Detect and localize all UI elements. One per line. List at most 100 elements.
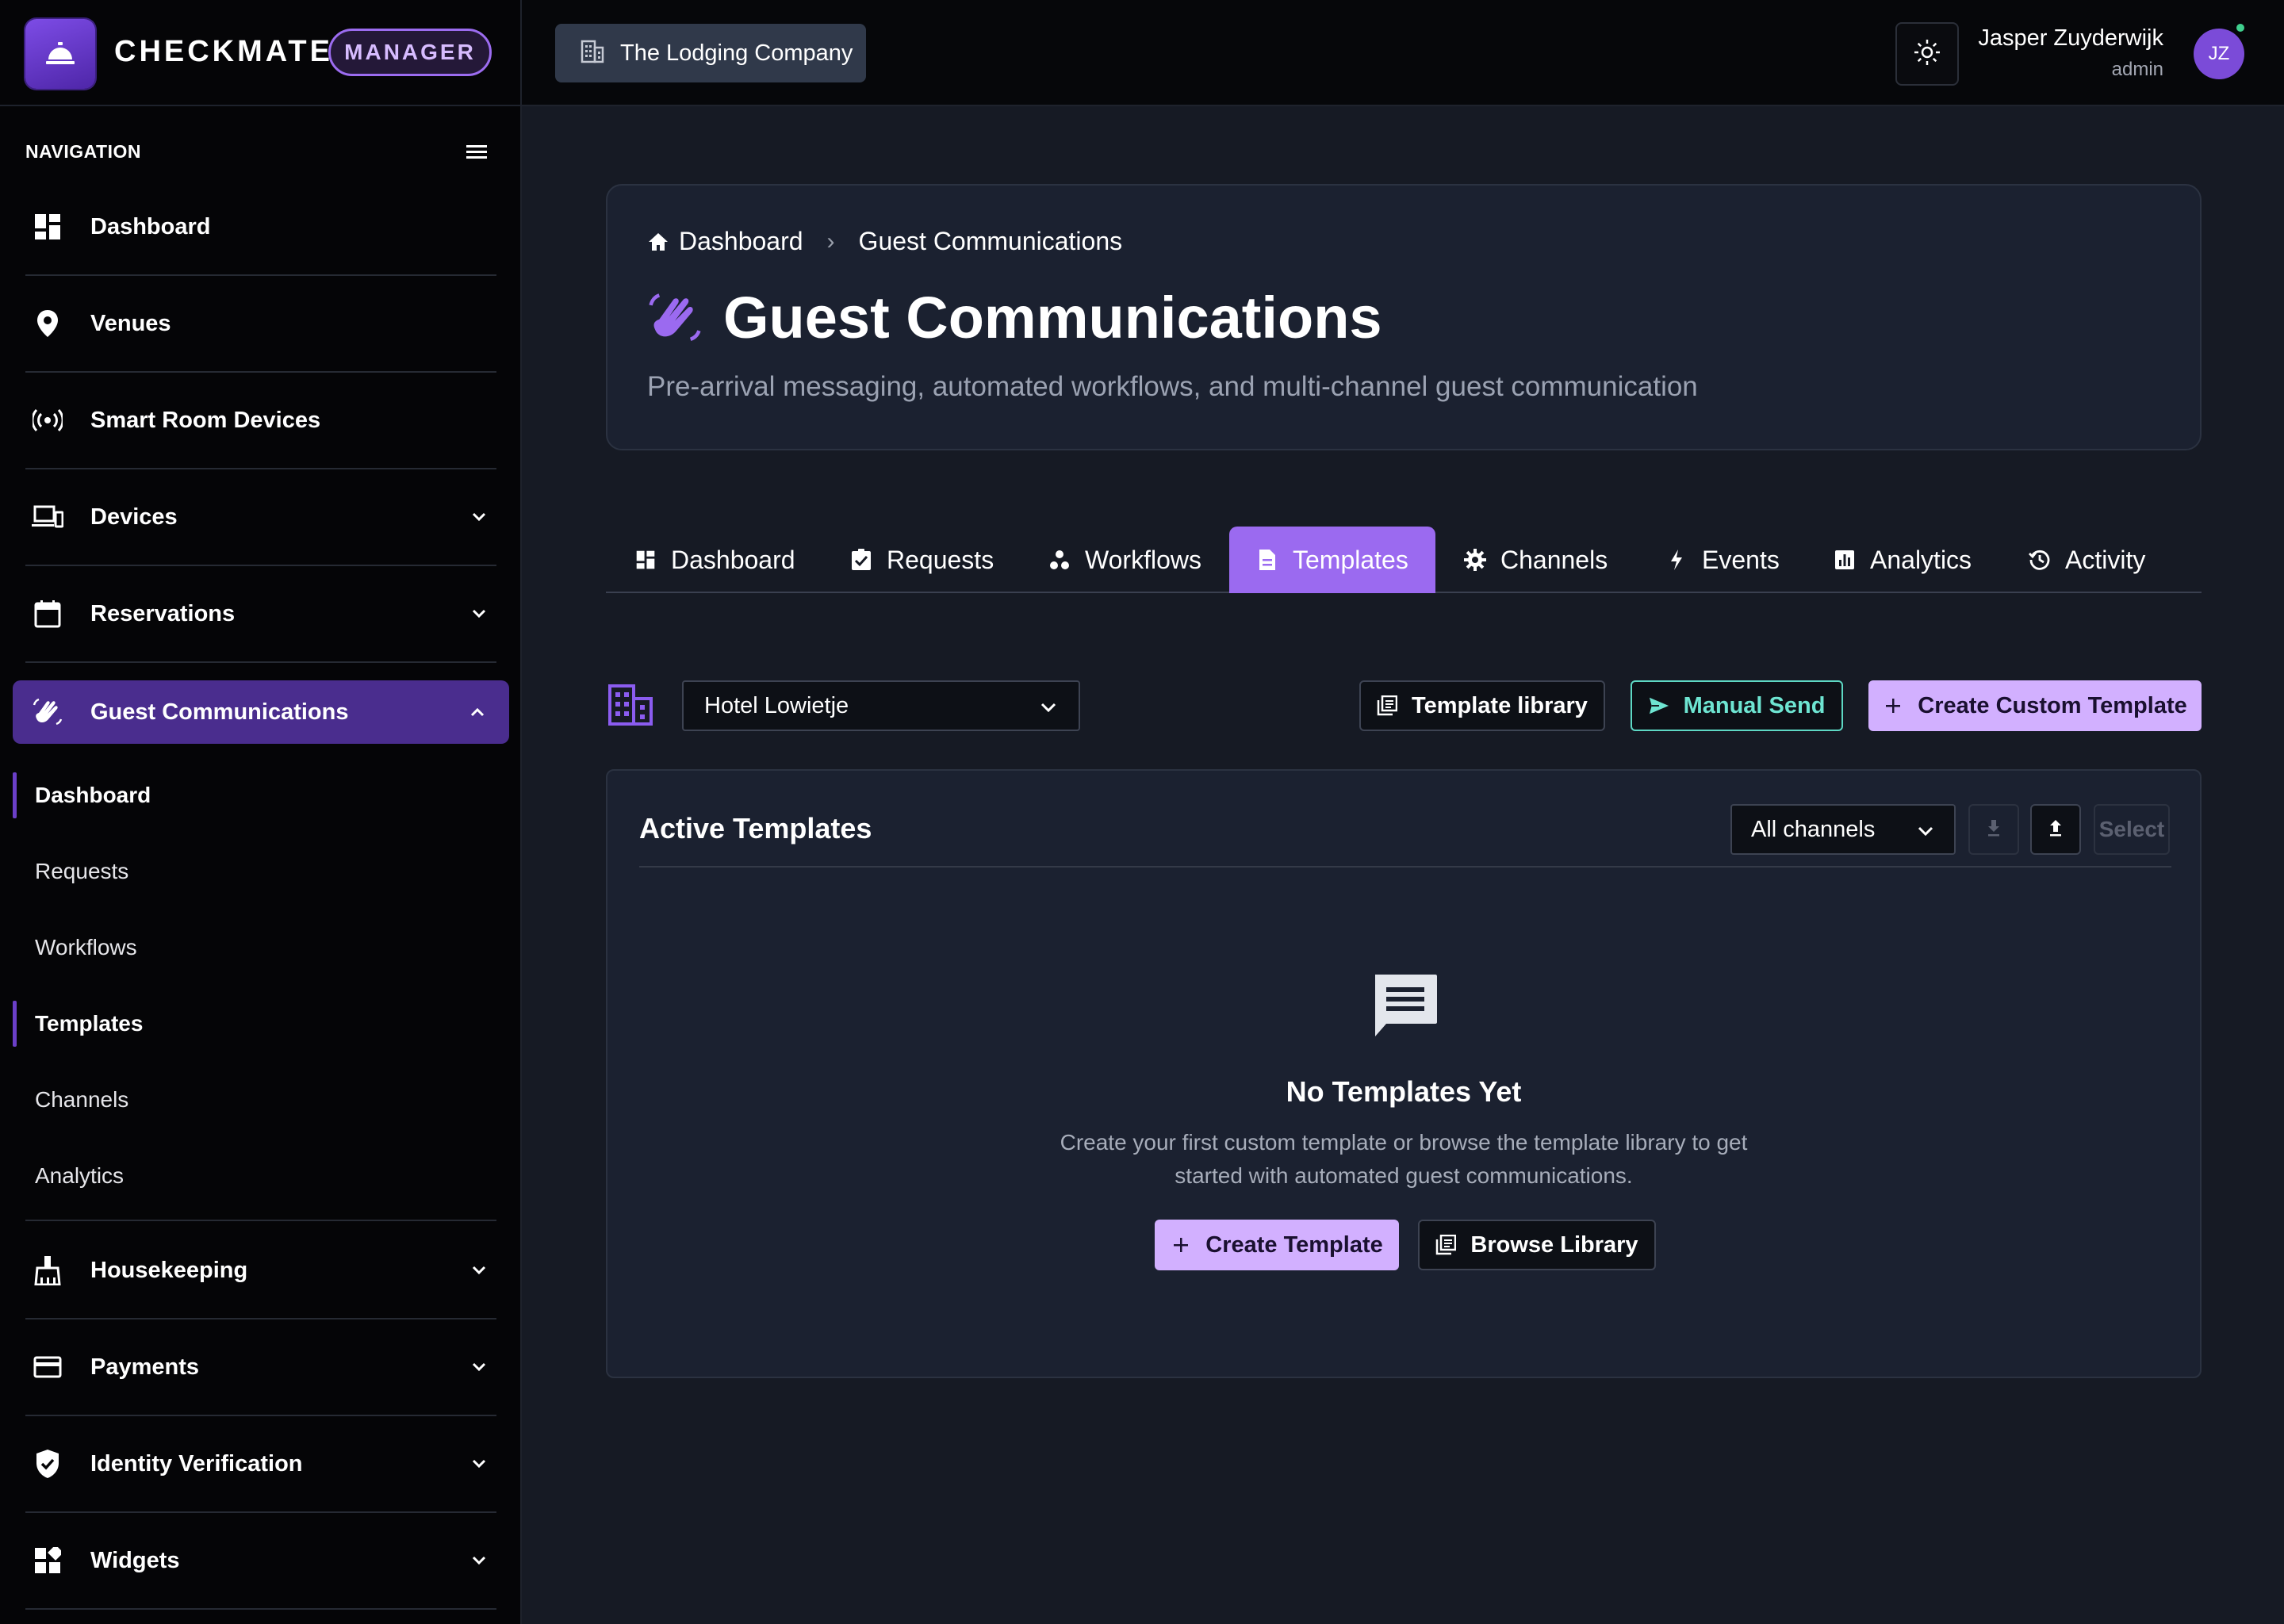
- template-library-label: Template library: [1412, 692, 1588, 718]
- tab-label: Channels: [1500, 545, 1608, 574]
- bolt-icon: [1665, 549, 1688, 571]
- create-template-button[interactable]: Create Template: [1155, 1220, 1399, 1270]
- sidebar-subitem-templates[interactable]: Templates: [13, 996, 496, 1051]
- brand-name: CHECKMATE: [114, 35, 333, 68]
- sidebar-item-widgets[interactable]: Widgets: [25, 1513, 496, 1610]
- assignment-check-icon: [850, 549, 872, 571]
- breadcrumb: Dashboard › Guest Communications: [647, 227, 1122, 256]
- upload-icon: [2048, 819, 2063, 841]
- plus-icon: [1883, 695, 1903, 716]
- sidebar-item-label: Guest Communications: [90, 699, 349, 725]
- tab-channels[interactable]: Channels: [1464, 527, 1608, 593]
- browse-library-label: Browse Library: [1470, 1231, 1638, 1258]
- sidebar-item-label: Venues: [90, 310, 171, 336]
- chevron-down-icon: [1039, 698, 1058, 717]
- sidebar-subitem-dashboard[interactable]: Dashboard: [13, 768, 496, 823]
- sidebar-item-housekeeping[interactable]: Housekeeping: [25, 1223, 496, 1320]
- sidebar-item-label: Smart Room Devices: [90, 407, 321, 433]
- empty-state-title: No Templates Yet: [1286, 1075, 1522, 1108]
- page-title-text: Guest Communications: [723, 285, 1382, 350]
- plus-icon: [1171, 1235, 1191, 1255]
- library-books-icon: [1435, 1235, 1457, 1255]
- tab-analytics[interactable]: Analytics: [1834, 527, 1972, 593]
- tab-label: Workflows: [1085, 545, 1201, 574]
- sidebar: CHECKMATE MANAGER NAVIGATION Dashboard V…: [0, 0, 522, 1624]
- sidebar-subitem-workflows[interactable]: Workflows: [13, 920, 496, 975]
- sidebar-subitem-requests[interactable]: Requests: [13, 844, 496, 899]
- sidebar-item-label: Widgets: [90, 1547, 180, 1573]
- venue-select[interactable]: Hotel Lowietje: [682, 680, 1080, 731]
- sidebar-item-label: Devices: [90, 504, 178, 530]
- breadcrumb-current: Guest Communications: [858, 227, 1123, 255]
- widgets-icon: [32, 1545, 63, 1576]
- dashboard-icon: [32, 211, 63, 243]
- theme-toggle-button[interactable]: [1895, 22, 1959, 86]
- sidebar-item-identity-verification[interactable]: Identity Verification: [25, 1416, 496, 1513]
- sidebar-item-guest-communications[interactable]: Guest Communications: [13, 680, 509, 744]
- gear-icon: [1464, 549, 1486, 571]
- browse-library-button[interactable]: Browse Library: [1418, 1220, 1656, 1270]
- sidebar-item-payments[interactable]: Payments: [25, 1320, 496, 1416]
- document-icon: [1256, 549, 1278, 571]
- calendar-icon: [32, 598, 63, 630]
- tab-label: Dashboard: [671, 545, 795, 574]
- tab-label: Events: [1702, 545, 1780, 574]
- online-status-indicator: [2235, 22, 2246, 33]
- menu-icon[interactable]: [463, 141, 490, 162]
- sidebar-subitem-channels[interactable]: Channels: [13, 1072, 496, 1128]
- tab-requests[interactable]: Requests: [850, 527, 994, 593]
- building-icon: [607, 684, 653, 726]
- role-badge: MANAGER: [328, 29, 492, 76]
- chevron-down-icon: [469, 604, 489, 623]
- create-custom-template-label: Create Custom Template: [1918, 692, 2187, 718]
- empty-state-description: Create your first custom template or bro…: [1060, 1130, 1748, 1188]
- template-library-button[interactable]: Template library: [1359, 680, 1605, 731]
- channel-filter-select[interactable]: All channels: [1730, 804, 1956, 855]
- analytics-icon: [1834, 549, 1856, 571]
- sidebar-item-label: Payments: [90, 1354, 200, 1380]
- user-name: Jasper Zuyderwijk: [1978, 25, 2163, 51]
- navigation-header: NAVIGATION: [25, 141, 141, 162]
- topbar: The Lodging Company Jasper Zuyderwijk ad…: [522, 0, 2284, 106]
- sensors-icon: [32, 404, 63, 436]
- tab-activity[interactable]: Activity: [2029, 527, 2145, 593]
- history-icon: [2029, 549, 2051, 571]
- avatar[interactable]: JZ: [2194, 29, 2244, 79]
- user-role: admin: [2111, 59, 2163, 80]
- brand-header: CHECKMATE MANAGER: [0, 0, 520, 106]
- sidebar-item-label: Reservations: [90, 600, 236, 626]
- sidebar-item-label: Dashboard: [90, 213, 211, 239]
- tab-label: Activity: [2065, 545, 2146, 574]
- tab-workflows[interactable]: Workflows: [1048, 527, 1201, 593]
- shield-check-icon: [32, 1448, 63, 1480]
- select-button[interactable]: Select: [2094, 804, 2170, 855]
- home-icon: [647, 231, 669, 253]
- create-custom-template-button[interactable]: Create Custom Template: [1868, 680, 2202, 731]
- upload-button[interactable]: [2030, 804, 2081, 855]
- chevron-down-icon: [1916, 822, 1935, 841]
- manual-send-label: Manual Send: [1683, 692, 1826, 718]
- tab-label: Templates: [1293, 545, 1408, 574]
- breadcrumb-separator-icon: ›: [826, 228, 835, 255]
- sidebar-item-dashboard[interactable]: Dashboard: [25, 179, 496, 276]
- cleaning-icon: [32, 1254, 63, 1286]
- breadcrumb-home-link[interactable]: Dashboard: [679, 227, 803, 256]
- manual-send-button[interactable]: Manual Send: [1631, 680, 1843, 731]
- divider: [639, 866, 2171, 868]
- sidebar-item-smart-room-devices[interactable]: Smart Room Devices: [25, 373, 496, 469]
- tab-label: Analytics: [1870, 545, 1972, 574]
- organization-selector[interactable]: The Lodging Company: [555, 24, 866, 82]
- sidebar-subitem-analytics[interactable]: Analytics: [13, 1148, 496, 1204]
- chevron-down-icon: [469, 508, 489, 527]
- tab-dashboard[interactable]: Dashboard: [634, 527, 795, 593]
- concierge-bell-icon[interactable]: [25, 19, 95, 89]
- sidebar-item-reservations[interactable]: Reservations: [25, 566, 496, 663]
- library-books-icon: [1377, 695, 1398, 716]
- sidebar-item-devices[interactable]: Devices: [25, 469, 496, 566]
- chevron-down-icon: [469, 1358, 489, 1377]
- tab-events[interactable]: Events: [1665, 527, 1780, 593]
- card-title: Active Templates: [639, 812, 872, 845]
- download-button[interactable]: [1968, 804, 2019, 855]
- sidebar-item-venues[interactable]: Venues: [25, 276, 496, 373]
- tab-templates[interactable]: Templates: [1229, 527, 1435, 593]
